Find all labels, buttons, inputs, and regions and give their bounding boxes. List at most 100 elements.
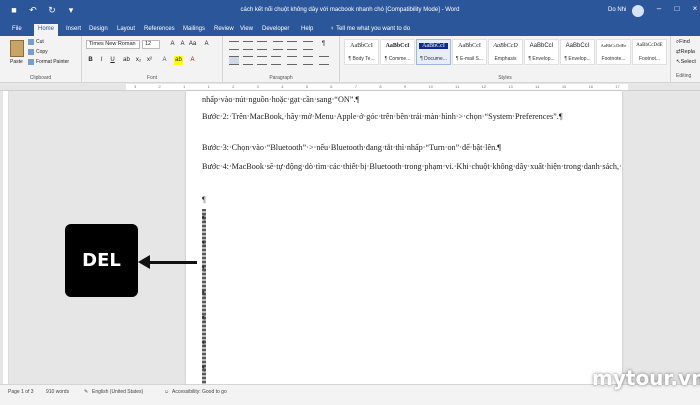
tab-developer[interactable]: Developer [262,24,289,36]
accessibility-icon[interactable]: ☺ [164,389,169,395]
tell-me-search[interactable]: ♀ Tell me what you want to do [330,24,410,35]
maximize-icon[interactable]: □ [670,4,684,16]
document-paragraph[interactable]: Bước·3:·Chọn·vào·“Bluetooth”·>·nếu·Bluet… [202,142,567,155]
multilevel-list-icon[interactable] [257,41,267,50]
strikethrough-icon[interactable]: ab [122,56,131,65]
tab-review[interactable]: Review [214,24,234,36]
highlight-icon[interactable]: ab [174,56,183,65]
empty-paragraph-mark[interactable]: ¶ [202,214,206,223]
empty-paragraph-mark[interactable]: ¶ [202,239,206,248]
clipboard-group: Paste Cut Copy Format Painter Clipboard [0,36,82,83]
show-marks-icon[interactable]: ¶ [319,40,328,49]
find-label: Find [679,39,690,45]
change-case-icon[interactable]: Aa [188,40,197,49]
line-spacing-icon[interactable] [287,56,297,65]
font-group: Times New Roman 12 A A Aa A B I U ab x₂ … [82,36,223,83]
font-color-icon[interactable]: A [188,56,197,65]
copy-button[interactable]: Copy [28,49,48,55]
justify-icon[interactable] [271,56,281,65]
style-tile[interactable]: AaBbCcD Emphasis [488,39,523,65]
style-tile[interactable]: AaBbCcDdE Footnot... [632,39,667,65]
shading-icon[interactable] [303,56,313,65]
align-right-icon[interactable] [257,56,267,65]
style-tile[interactable]: AaBbCcI ¶ Envelop... [524,39,559,65]
paste-icon[interactable] [10,40,24,57]
subscript-icon[interactable]: x₂ [134,56,143,65]
vertical-ruler[interactable] [3,91,9,384]
decrease-indent-icon[interactable] [273,41,283,50]
empty-paragraph-mark[interactable]: ¶ [202,314,206,323]
title-bar: ■ ↶ ↻ ▾ cách kết nối chuột không dây với… [0,0,700,22]
style-preview: AaBbCcI [385,43,410,49]
bold-button[interactable]: B [86,56,95,65]
user-name[interactable]: Do Nhi [608,7,626,13]
find-button[interactable]: ⌕Find [676,39,690,46]
style-tile[interactable]: AaBbCcI ¶ Body Te... [344,39,379,65]
borders-icon[interactable] [319,56,329,65]
style-tile[interactable]: AaBbCcI ¶ Docume... [416,39,451,65]
align-left-icon[interactable] [229,56,239,65]
style-preview: AaBbCcDdEe [600,43,627,48]
empty-paragraph-mark[interactable]: ¶ [202,339,206,348]
shrink-font-icon[interactable]: A [178,40,187,49]
scissors-icon [28,39,34,45]
select-button[interactable]: ↖Select [676,59,696,65]
style-preview: AaBbCcI [529,43,554,49]
document-page[interactable]: nhấp·vào·nút·nguồn·hoặc·gạt·cần·sang·“ON… [186,91,622,384]
sort-icon[interactable] [303,41,313,50]
document-paragraph[interactable]: nhấp·vào·nút·nguồn·hoặc·gạt·cần·sang·“ON… [202,94,567,107]
minimize-icon[interactable]: – [652,4,666,16]
empty-paragraph-mark[interactable]: ¶ [202,264,206,273]
empty-paragraph-mark[interactable]: ¶ [202,364,206,373]
cut-button[interactable]: Cut [28,39,44,45]
tab-file[interactable]: File [12,24,22,36]
bullets-icon[interactable] [229,41,239,50]
ruler-scale: 3 2 1 1 2 3 4 5 6 7 8 9 10 11 12 13 14 15 16 17 [126,84,628,90]
italic-button[interactable]: I [97,56,106,65]
paste-button[interactable]: Paste [10,59,23,65]
font-size-select[interactable]: 12 [142,40,160,49]
tab-home[interactable]: Home [34,24,59,36]
tab-help[interactable]: Help [301,24,313,36]
font-label: Font [146,75,157,81]
align-center-icon[interactable] [243,56,253,65]
page-count[interactable]: Page 1 of 3 [8,389,34,395]
format-painter-button[interactable]: Format Painter [28,59,69,65]
text-effects-icon[interactable]: A [160,56,169,65]
underline-button[interactable]: U [108,56,117,65]
empty-paragraph-mark[interactable]: ¶ [202,195,206,204]
paragraph-label: Paragraph [269,75,293,81]
language-indicator[interactable]: English (United States) [92,389,143,395]
font-name-select[interactable]: Times New Roman [86,40,140,49]
empty-paragraph-mark[interactable]: ¶ [202,289,206,298]
horizontal-ruler[interactable]: 3 2 1 1 2 3 4 5 6 7 8 9 10 11 12 13 14 15 16 17 [0,83,700,91]
del-key-graphic: DEL [65,224,138,297]
word-count[interactable]: 910 words [46,389,69,395]
style-tile[interactable]: AaBbCcDdEe Footnote... [596,39,631,65]
accessibility-status[interactable]: Accessibility: Good to go [172,389,227,395]
tab-mailings[interactable]: Mailings [183,24,205,36]
increase-indent-icon[interactable] [287,41,297,50]
avatar[interactable] [632,5,644,17]
numbering-icon[interactable] [243,41,253,50]
document-paragraph[interactable]: Bước·4:·MacBook·sẽ·tự·động·dò·tìm·các·th… [202,161,622,174]
close-icon[interactable]: × [688,4,700,16]
document-paragraph[interactable]: Bước·2:·Trên·MacBook,·hãy·mở·Menu·Apple·… [202,111,567,124]
editing-label: Editing [676,73,692,79]
clear-format-icon[interactable]: A [202,40,211,49]
tab-view[interactable]: View [240,24,253,36]
tab-insert[interactable]: Insert [66,24,81,36]
tab-references[interactable]: References [144,24,175,36]
tab-layout[interactable]: Layout [117,24,135,36]
grow-font-icon[interactable]: A [168,40,177,49]
style-name: ¶ Envelop... [528,56,555,62]
replace-button[interactable]: ⇄Repla [676,49,695,55]
tab-design[interactable]: Design [89,24,108,36]
style-tile[interactable]: AaBbCcI ¶ E-mail S... [452,39,487,65]
superscript-icon[interactable]: x² [145,56,154,65]
select-label: Select [680,59,696,65]
proofing-icon[interactable]: ✎ [84,389,88,395]
style-tile[interactable]: AaBbCcI ¶ Envelop... [560,39,595,65]
style-name: ¶ Comme... [384,56,411,62]
style-tile[interactable]: AaBbCcI ¶ Comme... [380,39,415,65]
